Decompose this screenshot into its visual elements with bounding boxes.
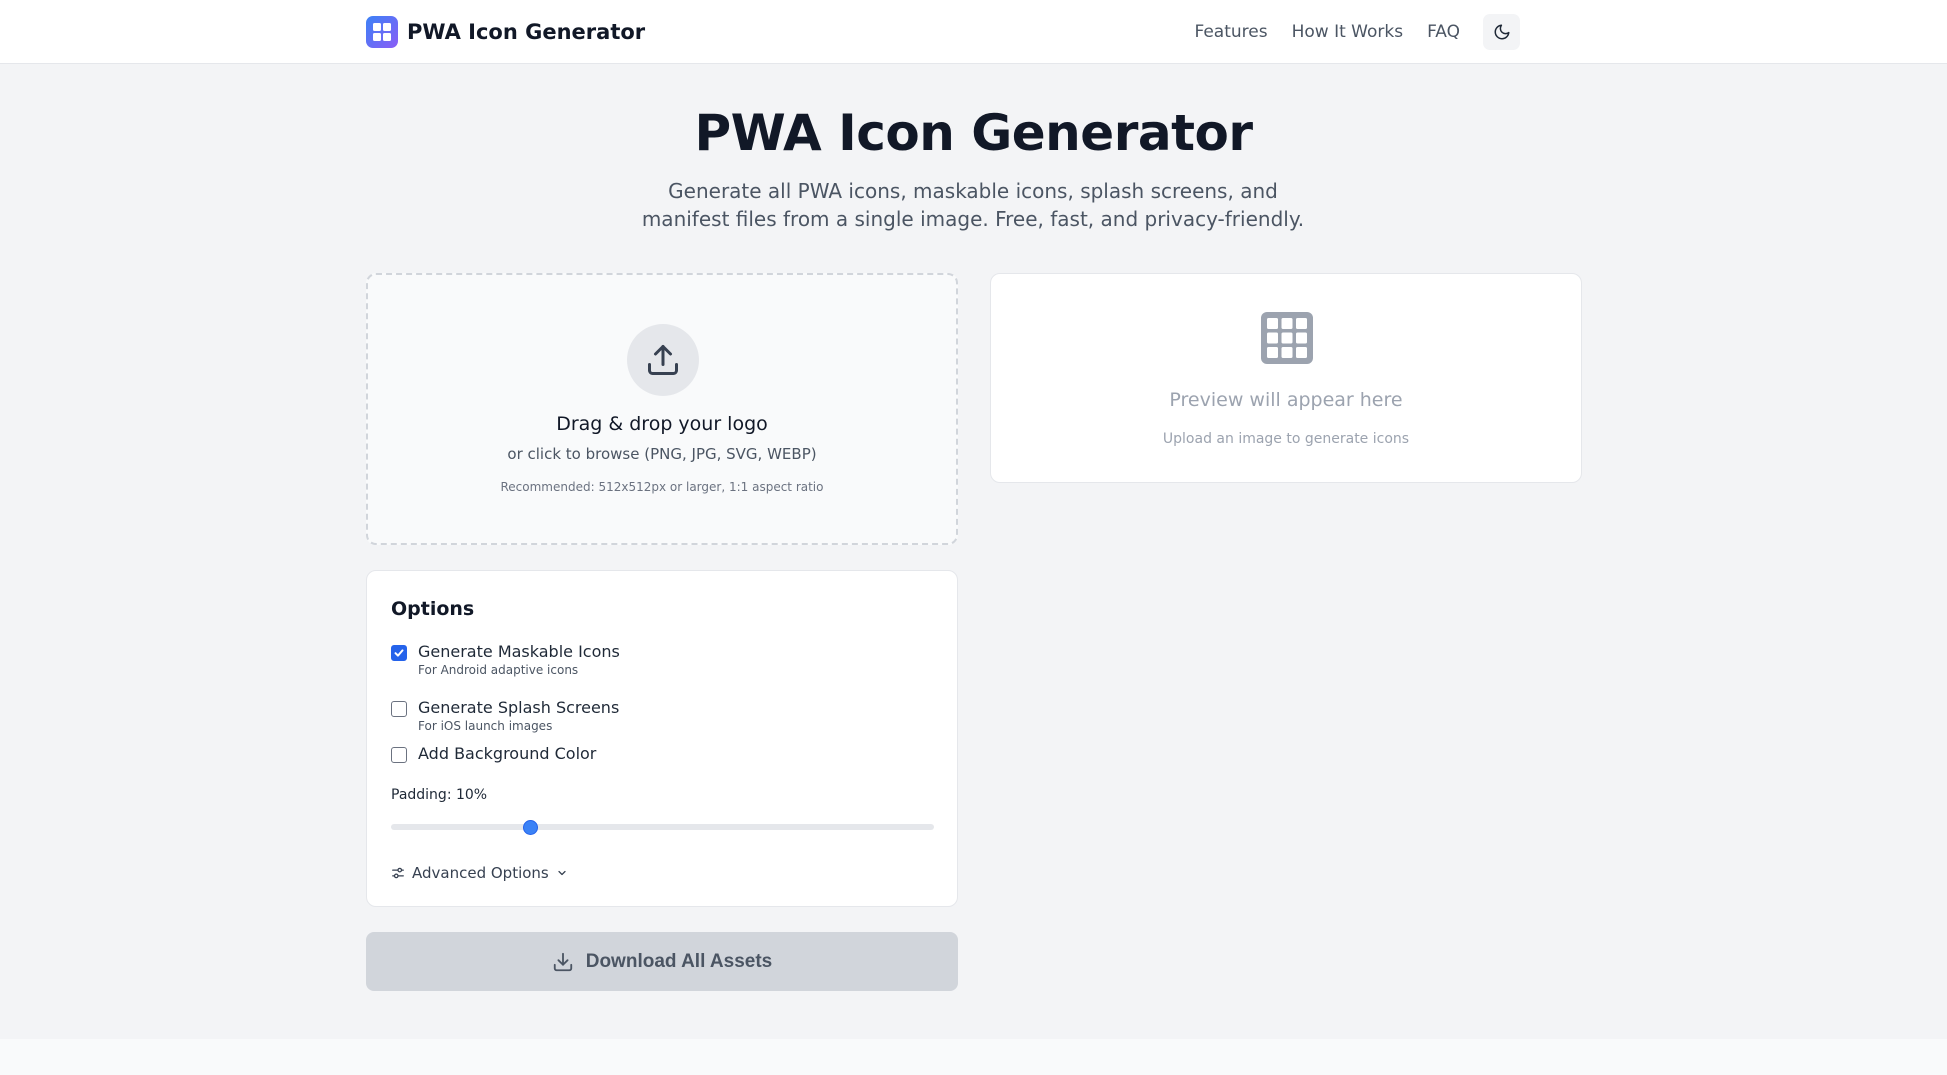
splash-text: Generate Splash Screens For iOS launch i… [418,697,619,733]
app-grid-icon [366,16,398,48]
padding-slider-thumb[interactable] [523,820,538,835]
advanced-options-toggle[interactable]: Advanced Options [391,864,568,882]
page-subtitle: Generate all PWA icons, maskable icons, … [641,179,1305,231]
padding-label: Padding: 10% [391,787,488,803]
upload-subtitle: or click to browse (PNG, JPG, SVG, WEBP) [507,445,817,463]
footer-strip [0,1039,1947,1075]
padding-slider-track [391,824,934,830]
splash-hint: For iOS launch images [418,719,553,733]
page-title: PWA Icon Generator [694,104,1253,162]
advanced-options-label: Advanced Options [412,864,549,882]
background-color-option[interactable]: Add Background Color [391,743,596,765]
splash-checkbox[interactable] [391,701,407,717]
preview-title: Preview will appear here [1169,389,1403,411]
brand-link[interactable]: PWA Icon Generator [366,16,645,48]
chevron-down-icon [558,870,566,876]
upload-dropzone[interactable]: Drag & drop your logo or click to browse… [366,273,958,545]
nav-link-features[interactable]: Features [1194,22,1267,42]
maskable-label: Generate Maskable Icons [418,642,620,661]
maskable-text: Generate Maskable Icons For Android adap… [418,641,620,677]
preview-subtitle: Upload an image to generate icons [1162,431,1410,447]
background-color-checkbox[interactable] [391,747,407,763]
background-color-label: Add Background Color [418,744,597,763]
download-all-label: Download All Assets [585,950,773,972]
splash-label: Generate Splash Screens [418,698,620,717]
splash-option[interactable]: Generate Splash Screens For iOS launch i… [391,697,619,733]
upload-recommendation: Recommended: 512x512px or larger, 1:1 as… [500,480,824,494]
grid-icon [1261,312,1313,364]
moon-icon [1494,24,1509,40]
main-nav: Features How It Works FAQ [1170,14,1520,50]
upload-title: Drag & drop your logo [556,413,768,435]
nav-link-how-it-works[interactable]: How It Works [1292,22,1403,42]
preview-panel: Preview will appear here Upload an image… [990,273,1582,483]
maskable-hint: For Android adaptive icons [418,663,579,677]
top-navbar: PWA Icon Generator Features How It Works… [0,0,1947,64]
download-icon [553,952,572,971]
nav-link-faq[interactable]: FAQ [1427,22,1460,42]
sliders-icon [392,867,404,879]
padding-slider[interactable] [391,818,934,836]
download-all-button[interactable]: Download All Assets [366,932,958,991]
options-title: Options [391,598,475,620]
brand-name: PWA Icon Generator [407,20,646,44]
upload-icon [627,324,699,396]
options-panel: Options Generate Maskable Icons For Andr… [366,570,958,907]
maskable-checkbox[interactable] [391,645,407,661]
theme-toggle-button[interactable] [1483,14,1520,50]
check-icon [394,649,404,657]
maskable-option[interactable]: Generate Maskable Icons For Android adap… [391,641,620,677]
